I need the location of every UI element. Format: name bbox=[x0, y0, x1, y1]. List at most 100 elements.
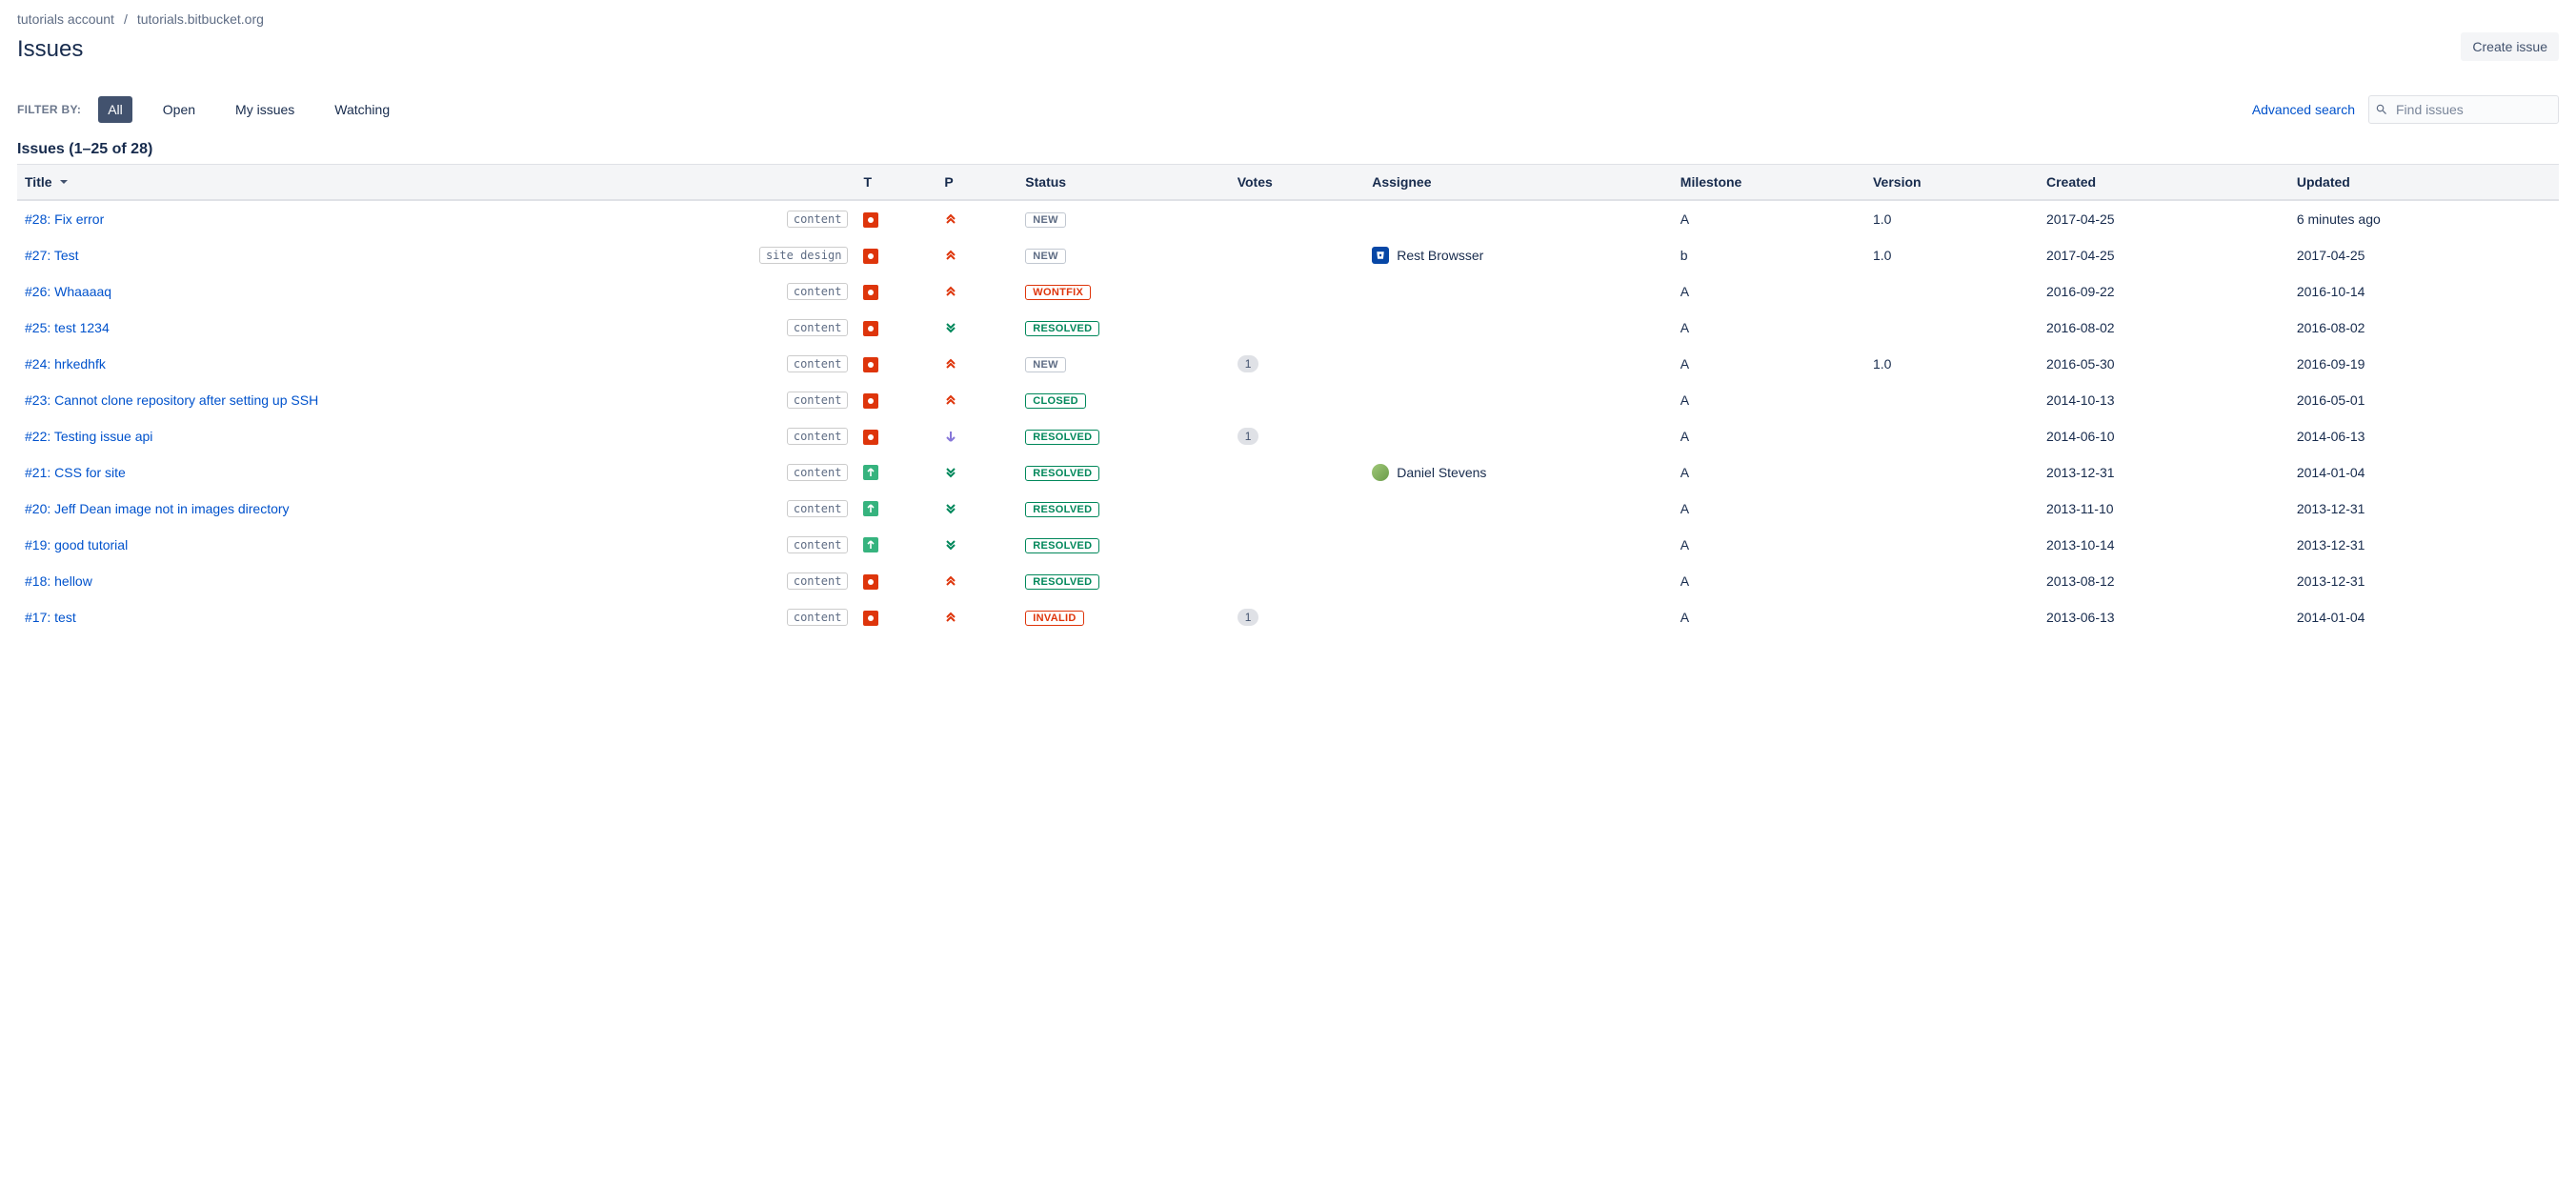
component-tag[interactable]: content bbox=[787, 500, 849, 517]
issue-link[interactable]: #20: Jeff Dean image not in images direc… bbox=[25, 501, 290, 516]
sort-caret-icon bbox=[59, 177, 69, 187]
updated-cell: 2013-12-31 bbox=[2289, 563, 2559, 599]
filter-tab-my-issues[interactable]: My issues bbox=[226, 96, 304, 123]
column-header-priority[interactable]: P bbox=[936, 165, 1017, 201]
priority-minor-icon bbox=[944, 430, 1010, 443]
column-header-type[interactable]: T bbox=[855, 165, 936, 201]
component-tag[interactable]: content bbox=[787, 428, 849, 445]
breadcrumb-repo[interactable]: tutorials.bitbucket.org bbox=[137, 11, 264, 27]
issue-link[interactable]: #26: Whaaaaq bbox=[25, 284, 111, 299]
version-cell bbox=[1865, 273, 2039, 310]
created-cell: 2013-06-13 bbox=[2039, 599, 2289, 635]
version-cell bbox=[1865, 382, 2039, 418]
component-tag[interactable]: content bbox=[787, 572, 849, 590]
column-header-title[interactable]: Title bbox=[17, 165, 855, 201]
version-cell bbox=[1865, 454, 2039, 491]
table-row: #26: WhaaaaqcontentWONTFIXA2016-09-22201… bbox=[17, 273, 2559, 310]
created-cell: 2016-08-02 bbox=[2039, 310, 2289, 346]
created-cell: 2016-05-30 bbox=[2039, 346, 2289, 382]
component-tag[interactable]: content bbox=[787, 211, 849, 228]
component-tag[interactable]: content bbox=[787, 536, 849, 553]
priority-major-icon bbox=[944, 212, 1010, 226]
created-cell: 2013-12-31 bbox=[2039, 454, 2289, 491]
column-header-milestone[interactable]: Milestone bbox=[1673, 165, 1865, 201]
issue-link[interactable]: #28: Fix error bbox=[25, 211, 104, 227]
updated-cell: 6 minutes ago bbox=[2289, 200, 2559, 237]
issue-link[interactable]: #21: CSS for site bbox=[25, 465, 126, 480]
created-cell: 2014-10-13 bbox=[2039, 382, 2289, 418]
milestone-cell: A bbox=[1673, 310, 1865, 346]
bug-icon bbox=[863, 574, 878, 590]
breadcrumb-account[interactable]: tutorials account bbox=[17, 11, 114, 27]
updated-cell: 2016-08-02 bbox=[2289, 310, 2559, 346]
filter-tabs: All Open My issues Watching bbox=[98, 96, 399, 123]
updated-cell: 2014-01-04 bbox=[2289, 454, 2559, 491]
updated-cell: 2013-12-31 bbox=[2289, 491, 2559, 527]
priority-trivial-icon bbox=[944, 321, 1010, 334]
status-badge: RESOLVED bbox=[1025, 502, 1099, 517]
component-tag[interactable]: content bbox=[787, 283, 849, 300]
issue-link[interactable]: #25: test 1234 bbox=[25, 320, 110, 335]
bug-icon bbox=[863, 430, 878, 445]
status-badge: RESOLVED bbox=[1025, 321, 1099, 336]
issue-link[interactable]: #19: good tutorial bbox=[25, 537, 128, 552]
column-header-updated[interactable]: Updated bbox=[2289, 165, 2559, 201]
created-cell: 2017-04-25 bbox=[2039, 200, 2289, 237]
search-input[interactable] bbox=[2368, 95, 2559, 124]
priority-trivial-icon bbox=[944, 466, 1010, 479]
issue-link[interactable]: #22: Testing issue api bbox=[25, 429, 152, 444]
status-badge: RESOLVED bbox=[1025, 466, 1099, 481]
version-cell bbox=[1865, 310, 2039, 346]
milestone-cell: A bbox=[1673, 599, 1865, 635]
table-row: #17: testcontentINVALID1A2013-06-132014-… bbox=[17, 599, 2559, 635]
milestone-cell: A bbox=[1673, 346, 1865, 382]
filter-tab-open[interactable]: Open bbox=[153, 96, 205, 123]
priority-trivial-icon bbox=[944, 502, 1010, 515]
create-issue-button[interactable]: Create issue bbox=[2461, 32, 2559, 61]
assignee-name: Daniel Stevens bbox=[1397, 465, 1486, 480]
status-badge: NEW bbox=[1025, 357, 1066, 372]
priority-major-icon bbox=[944, 611, 1010, 624]
issue-link[interactable]: #18: hellow bbox=[25, 573, 92, 589]
table-row: #20: Jeff Dean image not in images direc… bbox=[17, 491, 2559, 527]
priority-major-icon bbox=[944, 574, 1010, 588]
issue-link[interactable]: #24: hrkedhfk bbox=[25, 356, 106, 372]
status-badge: NEW bbox=[1025, 249, 1066, 264]
status-badge: RESOLVED bbox=[1025, 538, 1099, 553]
column-header-votes[interactable]: Votes bbox=[1230, 165, 1365, 201]
column-header-status[interactable]: Status bbox=[1017, 165, 1229, 201]
filter-tab-all[interactable]: All bbox=[98, 96, 132, 123]
column-header-created[interactable]: Created bbox=[2039, 165, 2289, 201]
created-cell: 2017-04-25 bbox=[2039, 237, 2289, 273]
priority-major-icon bbox=[944, 285, 1010, 298]
advanced-search-link[interactable]: Advanced search bbox=[2252, 102, 2355, 117]
component-tag[interactable]: content bbox=[787, 355, 849, 372]
table-row: #28: Fix errorcontentNEWA1.02017-04-256 … bbox=[17, 200, 2559, 237]
column-header-version[interactable]: Version bbox=[1865, 165, 2039, 201]
table-row: #21: CSS for site content RESOLVED Daniel S… bbox=[17, 454, 2559, 491]
bug-icon bbox=[863, 285, 878, 300]
component-tag[interactable]: site design bbox=[759, 247, 848, 264]
component-tag[interactable]: content bbox=[787, 319, 849, 336]
priority-major-icon bbox=[944, 357, 1010, 371]
table-row: #18: hellowcontentRESOLVEDA2013-08-12201… bbox=[17, 563, 2559, 599]
avatar bbox=[1372, 247, 1389, 264]
component-tag[interactable]: content bbox=[787, 392, 849, 409]
filter-tab-watching[interactable]: Watching bbox=[325, 96, 399, 123]
issue-link[interactable]: #23: Cannot clone repository after setti… bbox=[25, 392, 318, 408]
table-row: #27: Testsite designNEWRest Browsserb1.0… bbox=[17, 237, 2559, 273]
bug-icon bbox=[863, 393, 878, 409]
component-tag[interactable]: content bbox=[787, 609, 849, 626]
priority-major-icon bbox=[944, 393, 1010, 407]
issue-link[interactable]: #17: test bbox=[25, 610, 76, 625]
component-tag[interactable]: content bbox=[787, 464, 849, 481]
issue-link[interactable]: #27: Test bbox=[25, 248, 79, 263]
milestone-cell: A bbox=[1673, 527, 1865, 563]
milestone-cell: A bbox=[1673, 418, 1865, 454]
column-header-assignee[interactable]: Assignee bbox=[1364, 165, 1673, 201]
version-cell: 1.0 bbox=[1865, 200, 2039, 237]
breadcrumb-separator: / bbox=[124, 11, 128, 27]
vote-count: 1 bbox=[1238, 609, 1259, 626]
updated-cell: 2014-06-13 bbox=[2289, 418, 2559, 454]
milestone-cell: A bbox=[1673, 454, 1865, 491]
